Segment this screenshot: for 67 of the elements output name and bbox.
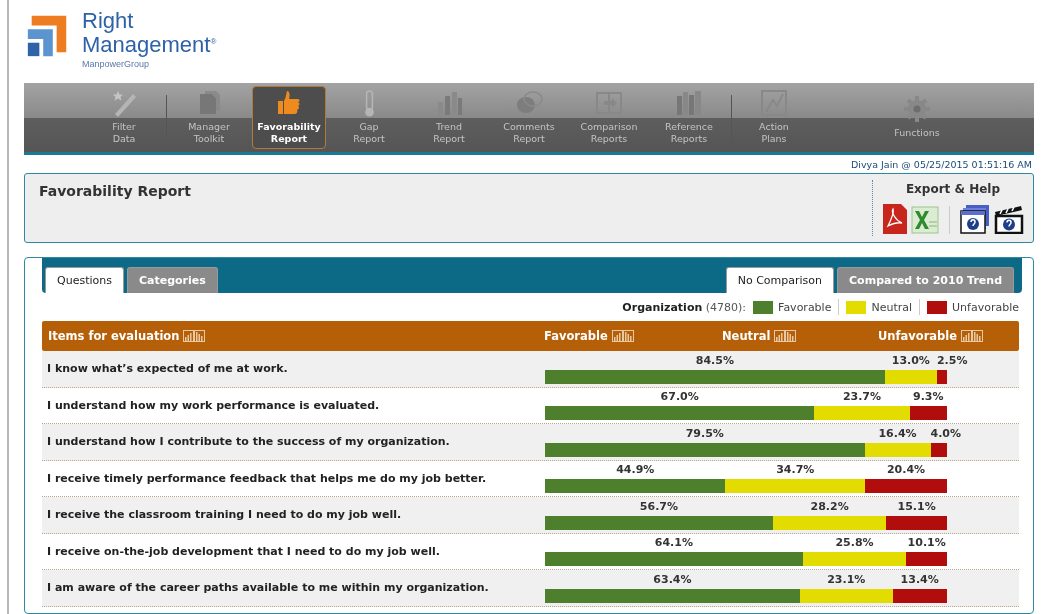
pdf-icon[interactable] [882,204,907,234]
column-header: Items for evaluation [48,329,180,343]
percent-label: 67.0% [660,390,699,404]
percent-label: 28.2% [810,499,849,513]
percent-label: 16.4% [878,426,917,440]
export-help-title: Export & Help [905,182,1001,196]
question-text: I receive the classroom training I need to do my job well. [46,508,403,522]
column-header: Neutral [722,329,771,343]
legend-label: Favorable [778,300,832,314]
spreadsheet-icon[interactable] [910,206,939,234]
question-text: I know what’s expected of me at work. [46,362,289,376]
brand-parent: ManpowerGroup [82,59,151,70]
percent-label: 79.5% [685,426,724,440]
sort-bars-icon[interactable] [961,330,984,342]
percent-label: 84.5% [695,353,734,367]
help-window-icon[interactable] [959,204,990,234]
question-text: I understand how my work performance is evaluated. [46,398,381,412]
question-text: I understand how I contribute to the success of my organization. [46,435,451,449]
percent-label: 20.4% [886,463,926,477]
percent-label: 4.0% [930,426,962,440]
percent-label: 63.4% [653,572,692,586]
percent-label: 34.7% [776,463,815,477]
percent-label: 23.1% [827,572,866,586]
bar-chart-icon [435,90,463,117]
nav-item[interactable]: Gap Report [332,86,406,149]
percent-label: 13.4% [900,572,939,586]
user-timestamp: Divya Jain @ 05/25/2015 01:51:16 AM [850,158,1032,170]
nav-item[interactable]: Comments Report [492,86,566,149]
question-text: I am aware of the career paths available to me within my organization. [46,581,490,595]
percent-label: 9.3% [913,390,944,404]
sort-bars-icon[interactable] [183,330,206,342]
percent-label: 13.0% [891,353,930,367]
percent-label: 23.7% [842,390,882,404]
nav-item[interactable]: Manager Toolkit [172,86,246,149]
nav-item[interactable]: Comparison Reports [572,86,646,149]
nav-item[interactable]: Reference Reports [652,86,726,149]
percent-label: 64.1% [654,536,693,550]
question-text: I receive timely performance feedback that helps me do my job better. [46,471,488,485]
gear-icon [903,96,931,123]
percent-label: 56.7% [639,499,679,513]
percent-label: 44.9% [616,463,655,477]
percent-label: 15.1% [897,499,936,513]
column-header: Favorable [544,329,608,343]
nav-item[interactable]: Favorability Report [252,86,326,149]
thermometer-icon [363,90,375,117]
comparison-tab[interactable]: Compared to 2010 Trend [837,267,1014,293]
view-tab[interactable]: Questions [45,267,124,293]
nav-item[interactable]: Filter Data [87,86,161,149]
sort-bars-icon[interactable] [611,330,634,342]
brand-name: Right Management$^{®}$ [82,10,217,56]
nav-item[interactable]: Trend Report [412,86,486,149]
sort-bars-icon[interactable] [774,330,797,342]
legend-label: Neutral [871,300,913,314]
comparison-tab[interactable]: No Comparison [725,267,835,293]
nav-item[interactable]: Functions [817,86,1017,149]
books-icon [675,90,703,117]
percent-label: 2.5% [936,353,968,367]
report-title: Favorability Report [38,182,191,201]
percent-label: 10.1% [907,536,946,550]
view-tab[interactable]: Categories [126,267,218,293]
clapperboard-help-icon[interactable] [993,204,1024,234]
nav-item[interactable]: Action Plans [737,86,811,149]
percent-label: 25.8% [835,536,874,550]
column-header: Unfavorable [878,329,958,343]
legend-label: Unfavorable [952,300,1019,314]
question-text: I receive on-the-job development that I need to do my job well. [46,544,441,558]
legend-group: Organization (4780): [622,300,747,314]
